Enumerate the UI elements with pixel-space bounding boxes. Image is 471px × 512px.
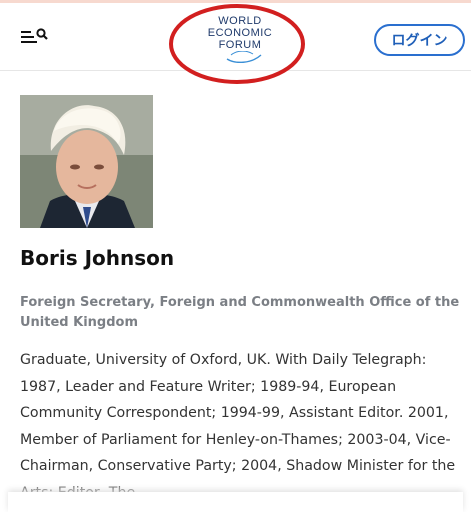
site-header: WORLD ECONOMIC FORUM ログイン: [0, 3, 471, 84]
profile-role: Foreign Secretary, Foreign and Commonwea…: [20, 295, 460, 330]
red-circle-annotation: [169, 4, 305, 84]
profile-name: Boris Johnson: [20, 246, 175, 270]
login-button[interactable]: ログイン: [374, 24, 465, 56]
menu-icon: [21, 28, 48, 43]
search-icon: [36, 28, 48, 40]
bottom-overlay-card: [8, 492, 463, 512]
menu-search-button[interactable]: [20, 25, 50, 49]
profile-photo: [20, 95, 153, 228]
